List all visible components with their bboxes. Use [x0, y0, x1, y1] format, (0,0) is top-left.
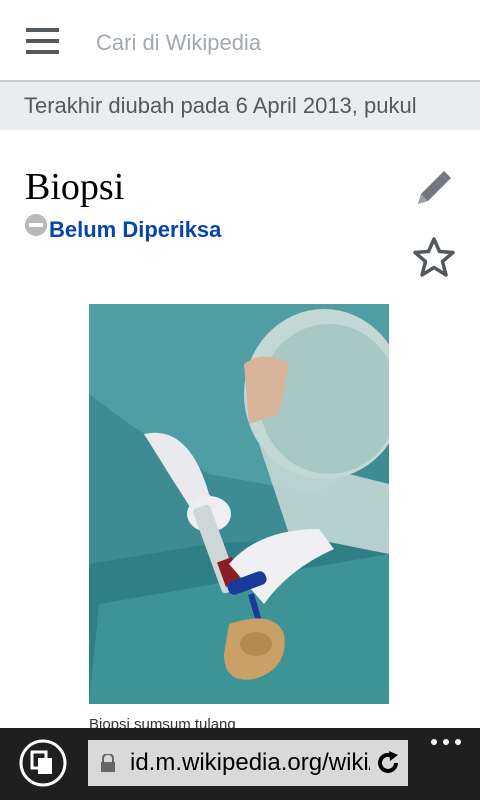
- article-image[interactable]: [89, 304, 389, 704]
- menu-line: [26, 50, 59, 54]
- pencil-icon[interactable]: [414, 168, 454, 208]
- menu-line: [26, 28, 59, 32]
- review-status-link[interactable]: Belum Diperiksa: [49, 217, 221, 243]
- tabs-icon[interactable]: [18, 738, 68, 788]
- menu-line: [26, 39, 59, 43]
- address-bar[interactable]: id.m.wikipedia.org/wiki/Biopsi: [88, 740, 408, 786]
- review-status: Belum Diperiksa: [25, 214, 221, 244]
- star-icon[interactable]: [413, 236, 455, 278]
- reload-icon[interactable]: [374, 749, 402, 777]
- url-text[interactable]: id.m.wikipedia.org/wiki/Biopsi: [130, 749, 370, 777]
- last-modified-bar[interactable]: Terakhir diubah pada 6 April 2013, pukul: [0, 82, 480, 130]
- lock-icon: [101, 754, 115, 772]
- hamburger-menu-icon[interactable]: [26, 28, 59, 54]
- biopsy-illustration: [89, 304, 389, 704]
- page-title: Biopsi: [25, 166, 125, 208]
- header-bar: [0, 0, 480, 82]
- circle-minus-icon: [25, 214, 47, 236]
- more-dots-icon[interactable]: [426, 735, 466, 749]
- search-input[interactable]: [96, 30, 436, 56]
